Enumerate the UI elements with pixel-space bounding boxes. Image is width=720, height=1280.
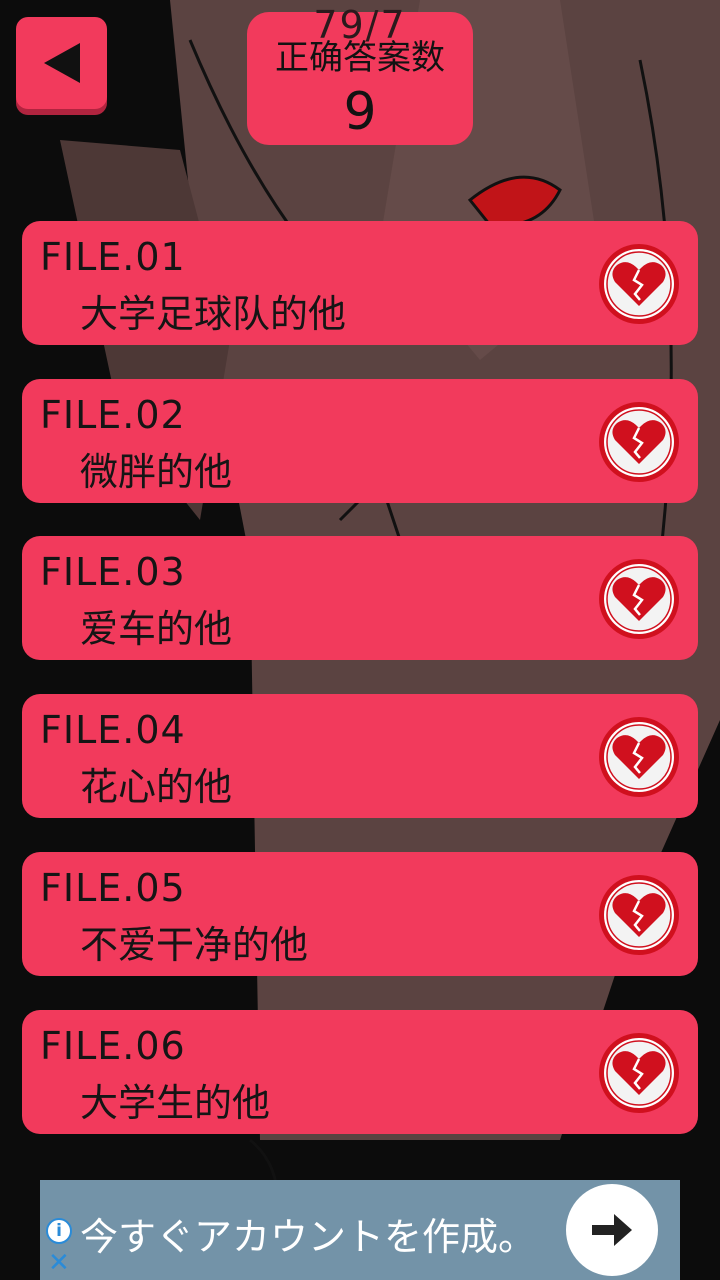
back-button[interactable] [16, 17, 107, 109]
correct-answers-panel: 79/7 正确答案数 9 [247, 3, 473, 145]
file-card-05[interactable]: FILE.05 不爱干净的他 [22, 852, 698, 976]
ad-close-icon[interactable]: ✕ [48, 1250, 70, 1276]
file-name: 大学足球队的他 [80, 292, 347, 336]
file-code: FILE.04 [40, 708, 186, 752]
back-triangle-icon [43, 43, 80, 83]
file-name: 花心的他 [80, 765, 233, 809]
file-card-04[interactable]: FILE.04 花心的他 [22, 694, 698, 818]
file-name: 微胖的他 [80, 450, 233, 494]
file-card-06[interactable]: FILE.06 大学生的他 [22, 1010, 698, 1134]
file-code: FILE.03 [40, 550, 186, 594]
ad-info-icon[interactable]: i [46, 1218, 72, 1244]
file-card-03[interactable]: FILE.03 爱车的他 [22, 536, 698, 660]
broken-heart-icon [599, 717, 679, 797]
correct-answers-label: 正确答案数 [275, 38, 445, 78]
broken-heart-icon [599, 402, 679, 482]
ad-arrow-button[interactable] [566, 1184, 658, 1276]
file-code: FILE.02 [40, 393, 186, 437]
file-code: FILE.01 [40, 235, 186, 279]
file-code: FILE.06 [40, 1024, 186, 1068]
file-card-01[interactable]: FILE.01 大学足球队的他 [22, 221, 698, 345]
file-name: 不爱干净的他 [80, 923, 309, 967]
file-name: 大学生的他 [80, 1081, 271, 1125]
broken-heart-icon [599, 875, 679, 955]
broken-heart-icon [599, 559, 679, 639]
broken-heart-icon [599, 1033, 679, 1113]
correct-answers-count: 9 [343, 82, 377, 142]
file-card-02[interactable]: FILE.02 微胖的他 [22, 379, 698, 503]
ad-banner[interactable]: i ✕ 今すぐアカウントを作成。 [40, 1180, 680, 1280]
broken-heart-icon [599, 244, 679, 324]
file-code: FILE.05 [40, 866, 186, 910]
file-name: 爱车的他 [80, 607, 233, 651]
ad-text[interactable]: 今すぐアカウントを作成。 [80, 1206, 536, 1261]
arrow-right-icon [592, 1214, 632, 1246]
